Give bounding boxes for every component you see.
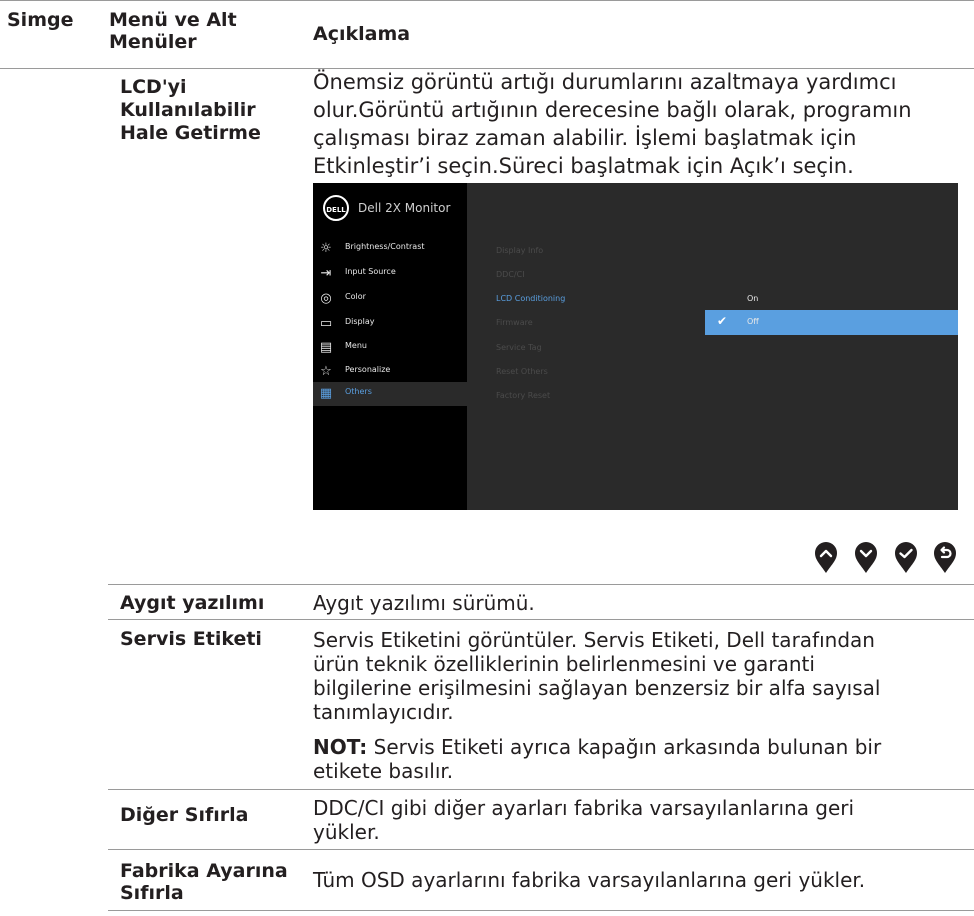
row-rule (108, 584, 974, 585)
osd-menu-input-source[interactable]: ⇥ Input Source (313, 262, 467, 286)
osd-option-on[interactable]: On (705, 287, 958, 312)
brightness-icon: ☼ (320, 241, 332, 256)
button-pin-shape (895, 542, 917, 573)
osd-submenu-lcd-conditioning[interactable]: LCD Conditioning (496, 294, 565, 303)
osd-menu-color[interactable]: ◎ Color (313, 287, 467, 311)
firmware-label: Aygıt yazılımı (120, 592, 265, 614)
note-line: etikete basılır. (313, 759, 454, 783)
service-tag-desc-line: ürün teknik özelliklerinin belirlenmesin… (313, 652, 815, 676)
osd-submenu-firmware[interactable]: Firmware (496, 318, 533, 327)
header-aciklama: Açıklama (313, 23, 411, 45)
reset-others-desc-line: DDC/CI gibi diğer ayarları fabrika varsa… (313, 796, 855, 820)
osd-menu-label: Color (345, 292, 366, 301)
note-line: NOT: Servis Etiketi ayrıca kapağın arkas… (313, 735, 881, 759)
osd-menu-label: Display (345, 317, 375, 326)
star-icon: ☆ (320, 364, 332, 379)
menu-icon: ▤ (319, 340, 333, 355)
top-rule (0, 0, 974, 1)
osd-menu-label: Menu (345, 341, 367, 350)
osd-option-label: On (747, 294, 759, 303)
service-tag-desc-line: tanımlayıcıdır. (313, 700, 454, 724)
osd-submenu-ddcci[interactable]: DDC/CI (496, 270, 525, 279)
reset-others-label: Diğer Sıfırla (120, 804, 249, 826)
input-source-icon: ⇥ (320, 266, 332, 281)
service-tag-description: Servis Etiketini görüntüler. Servis Etik… (313, 628, 880, 724)
osd-submenu-factory-reset[interactable]: Factory Reset (496, 391, 550, 400)
osd-menu-label: Personalize (345, 365, 391, 374)
bottom-rule (108, 910, 974, 911)
check-icon: ✔ (717, 314, 728, 328)
factory-reset-label-line: Fabrika Ayarına (120, 860, 288, 882)
firmware-description: Aygıt yazılımı sürümü. (313, 591, 535, 615)
osd-submenu-service-tag[interactable]: Service Tag (496, 343, 542, 352)
up-button[interactable] (814, 542, 838, 574)
reset-others-description: DDC/CI gibi diğer ayarları fabrika varsa… (313, 796, 854, 844)
note-label: NOT: (313, 735, 368, 759)
osd-submenu-display-info[interactable]: Display Info (496, 246, 543, 255)
osd-menu-label: Others (345, 387, 372, 396)
confirm-button[interactable] (894, 542, 918, 574)
color-icon: ◎ (320, 291, 332, 306)
header-menu: Menü ve Alt Menüler (109, 9, 237, 53)
lcd-label: LCD'yi Kullanılabilir Hale Getirme (120, 76, 261, 145)
osd-menu-display[interactable]: ▭ Display (313, 312, 467, 336)
osd-screenshot: DELL Dell 2X Monitor ☼ Brightness/Contra… (313, 183, 958, 510)
lcd-description: Önemsiz görüntü artığı durumlarını azalt… (313, 68, 912, 180)
osd-title: Dell 2X Monitor (358, 201, 451, 215)
back-button[interactable] (933, 542, 957, 574)
factory-reset-description: Tüm OSD ayarlarını fabrika varsayılanlar… (313, 868, 866, 892)
osd-menu-brightness[interactable]: ☼ Brightness/Contrast (313, 237, 467, 261)
osd-menu-label: Brightness/Contrast (345, 242, 425, 251)
osd-menu-label: Input Source (345, 267, 396, 276)
service-tag-desc-line: bilgilerine erişilmesini sağlayan benzer… (313, 676, 881, 700)
note-text: Servis Etiketi ayrıca kapağın arkasında … (367, 735, 882, 759)
display-icon: ▭ (319, 316, 333, 331)
row-rule (108, 789, 974, 790)
osd-menu-menu[interactable]: ▤ Menu (313, 336, 467, 360)
down-button[interactable] (854, 542, 878, 574)
lcd-label-line: LCD'yi (120, 76, 187, 98)
row-rule (108, 619, 974, 620)
others-icon: ▦ (319, 386, 333, 401)
factory-reset-label: Fabrika Ayarına Sıfırla (120, 860, 288, 904)
lcd-label-line: Kullanılabilir (120, 99, 256, 121)
factory-reset-label-line: Sıfırla (120, 882, 184, 904)
osd-sidebar: DELL Dell 2X Monitor ☼ Brightness/Contra… (313, 183, 467, 510)
reset-others-desc-line: yükler. (313, 820, 380, 844)
button-pin-shape (855, 542, 877, 573)
osd-menu-others[interactable]: ▦ Others (313, 382, 467, 406)
osd-menu-personalize[interactable]: ☆ Personalize (313, 360, 467, 384)
button-pin-shape (815, 542, 837, 573)
row-rule (108, 849, 974, 850)
lcd-label-line: Hale Getirme (120, 122, 261, 144)
lcd-desc-line: Önemsiz görüntü artığı durumlarını azalt… (313, 70, 897, 94)
service-tag-note: NOT: Servis Etiketi ayrıca kapağın arkas… (313, 735, 881, 783)
lcd-desc-line: Etkinleştir’i seçin.Süreci başlatmak içi… (313, 154, 854, 178)
lcd-desc-line: çalışması biraz zaman alabilir. İşlemi b… (313, 126, 857, 150)
osd-option-label: Off (747, 317, 759, 326)
osd-option-off[interactable]: ✔ Off (705, 310, 958, 335)
lcd-desc-line: olur.Görüntü artığının derecesine bağlı … (313, 98, 912, 122)
service-tag-desc-line: Servis Etiketini görüntüler. Servis Etik… (313, 628, 875, 652)
header-simge: Simge (7, 9, 74, 31)
osd-submenu-reset-others[interactable]: Reset Others (496, 367, 548, 376)
dell-logo: DELL (323, 195, 349, 221)
service-tag-label: Servis Etiketi (120, 628, 262, 650)
